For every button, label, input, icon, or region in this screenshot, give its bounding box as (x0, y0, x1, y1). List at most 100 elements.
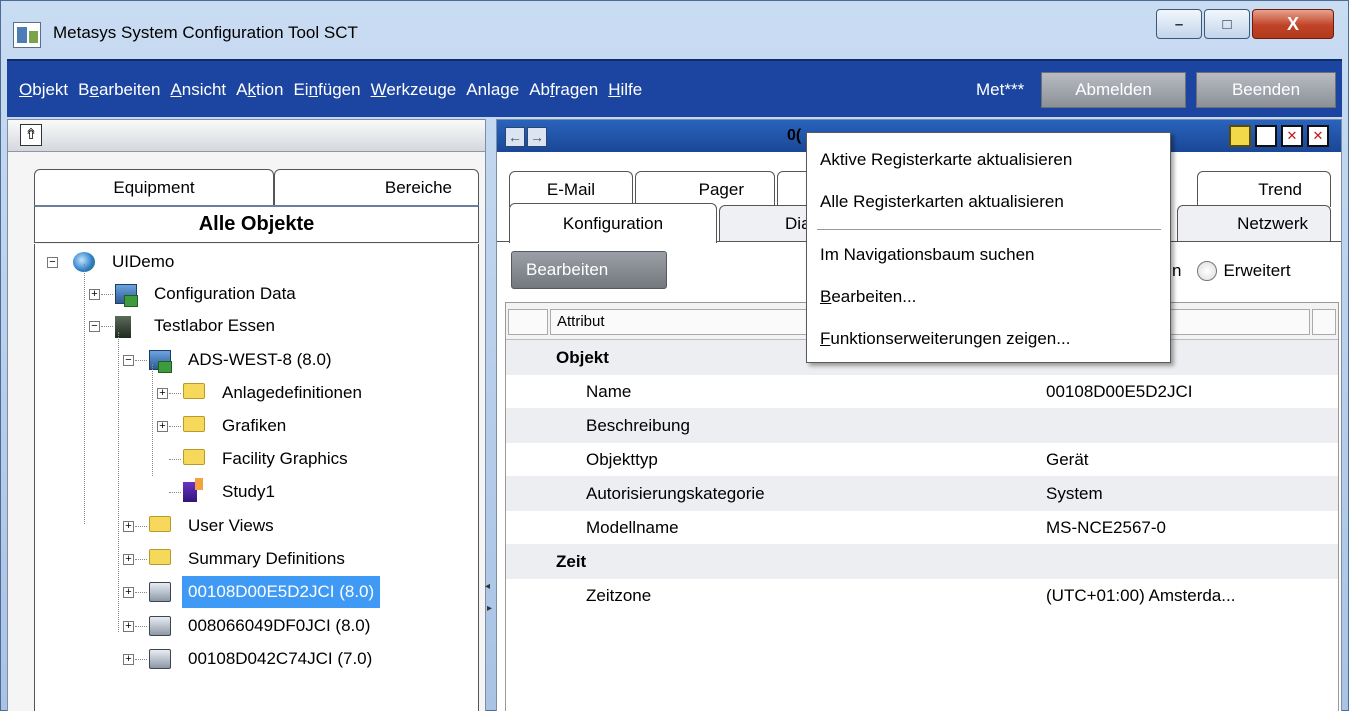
tab-equipment[interactable]: Equipment (34, 169, 274, 205)
tree-node[interactable]: Testlabor Essen (148, 310, 281, 342)
tab-email[interactable]: E-Mail (509, 171, 633, 207)
grid-corner-cell (508, 309, 548, 335)
menu-item-refresh-all-tabs[interactable]: Alle Registerkarten aktualisieren (820, 192, 1064, 212)
tab-netzwerk[interactable]: Netzwerk (1177, 205, 1331, 241)
navigation-tree: − UIDemo + Configuration Data − Testlabor Ess… (34, 244, 479, 711)
attribute-value: System (1046, 484, 1103, 503)
tree-connector (101, 326, 113, 327)
menu-item-text: ilfe (620, 80, 643, 99)
table-row[interactable]: Modellname MS-NCE2567-0 (506, 510, 1338, 545)
tree-connector (135, 526, 147, 527)
collapse-icon[interactable]: − (123, 355, 134, 366)
menu-item-5[interactable]: Werkzeuge (371, 80, 457, 100)
table-row[interactable]: Beschreibung (506, 408, 1338, 443)
tree-node[interactable]: Summary Definitions (182, 543, 351, 575)
expand-icon[interactable]: + (157, 421, 168, 432)
tab-pager[interactable]: Pager (635, 171, 775, 207)
window-title: Metasys System Configuration Tool SCT (53, 23, 358, 42)
table-row[interactable]: Zeitzone (UTC+01:00) Amsterda... (506, 578, 1338, 613)
tree-node[interactable]: Configuration Data (148, 278, 302, 310)
menu-item-8[interactable]: Hilfe (608, 80, 642, 100)
tab-trend[interactable]: Trend (1197, 171, 1331, 207)
forward-arrow-icon[interactable]: → (527, 127, 547, 147)
menu-item-text: A (236, 80, 248, 99)
tree-node[interactable]: 00108D042C74JCI (7.0) (182, 643, 378, 675)
tree-node-label: Study1 (222, 482, 275, 501)
tree-node[interactable]: UIDemo (106, 246, 180, 278)
navigation-toolbar: ⇮ (8, 120, 485, 152)
tree-connector (84, 264, 85, 524)
menu-item-accelerator: e (89, 80, 99, 99)
attribute-name: Beschreibung (586, 416, 690, 435)
menu-item-4[interactable]: Einfügen (293, 80, 360, 100)
expand-icon[interactable]: + (123, 654, 134, 665)
tree-node[interactable]: ADS-WEST-8 (8.0) (182, 344, 338, 376)
context-menu: Aktive Registerkarte aktualisieren Alle … (806, 132, 1171, 363)
attribute-name: Objekt (556, 348, 609, 367)
menu-item-7[interactable]: Abfragen (529, 80, 598, 100)
menu-item-edit[interactable]: Bearbeiten... (820, 287, 916, 307)
restore-icon[interactable] (1255, 125, 1277, 147)
menu-item-2[interactable]: Ansicht (170, 80, 226, 100)
menu-item-refresh-active-tab[interactable]: Aktive Registerkarte aktualisieren (820, 150, 1072, 170)
tab-areas[interactable]: Bereiche (274, 169, 479, 205)
study-icon (183, 478, 203, 502)
panel-splitter[interactable]: ◂ ▸ (485, 581, 493, 617)
menu-item-find-in-tree[interactable]: Im Navigationsbaum suchen (820, 245, 1035, 265)
menu-item-0[interactable]: Objekt (19, 80, 68, 100)
tree-node[interactable]: Facility Graphics (216, 443, 354, 475)
title-bar: Metasys System Configuration Tool SCT – … (1, 1, 1348, 57)
maximize-button[interactable]: □ (1204, 9, 1250, 39)
logout-button[interactable]: Abmelden (1041, 72, 1186, 108)
menu-item-accelerator: A (170, 80, 182, 99)
attribute-value: Gerät (1046, 450, 1089, 469)
menu-item-6[interactable]: Anlage (466, 80, 519, 100)
grid-section-row[interactable]: Zeit (506, 544, 1338, 579)
tree-node[interactable]: User Views (182, 510, 280, 542)
user-label: Met*** (976, 80, 1025, 99)
tree-node-label: Facility Graphics (222, 449, 348, 468)
radio-extended[interactable] (1197, 261, 1218, 281)
menu-item-accelerator: W (370, 80, 387, 99)
lock-icon[interactable] (1229, 125, 1251, 147)
collapse-icon[interactable]: − (89, 321, 100, 332)
tree-connector (135, 559, 147, 560)
splitter-right-arrow-icon: ▸ (487, 603, 493, 614)
tree-node[interactable]: 00108D00E5D2JCI (8.0) (182, 576, 381, 608)
table-row[interactable]: Objekttyp Gerät (506, 442, 1338, 477)
column-header-extra[interactable] (1312, 309, 1336, 335)
close-button[interactable]: X (1252, 9, 1334, 39)
close-panel-icon[interactable]: ✕ (1281, 125, 1303, 147)
close-all-icon[interactable]: ✕ (1307, 125, 1329, 147)
table-row[interactable]: Autorisierungskategorie System (506, 476, 1338, 511)
menu-item-3[interactable]: Aktion (236, 80, 283, 100)
expand-icon[interactable]: + (123, 521, 134, 532)
tab-konfiguration[interactable]: Konfiguration (509, 203, 717, 243)
tree-node-label: Anlagedefinitionen (222, 383, 362, 402)
expand-icon[interactable]: + (123, 554, 134, 565)
menu-item-accelerator: H (608, 80, 621, 99)
back-arrow-icon[interactable]: ← (505, 127, 525, 147)
expand-icon[interactable]: + (89, 289, 100, 300)
menu-item-1[interactable]: Bearbeiten (78, 80, 160, 100)
collapse-icon[interactable]: − (47, 257, 58, 268)
expand-icon[interactable]: + (157, 388, 168, 399)
home-icon[interactable]: ⇮ (20, 124, 42, 146)
exit-button[interactable]: Beenden (1196, 72, 1336, 108)
expand-icon[interactable]: + (123, 621, 134, 632)
splitter-left-arrow-icon: ◂ (485, 581, 491, 592)
menu-item-text: bjekt (32, 80, 69, 99)
menu-item-show-extensions[interactable]: Funktionserweiterungen zeigen... (820, 329, 1070, 349)
edit-button[interactable]: Bearbeiten (511, 251, 667, 289)
minimize-button[interactable]: – (1156, 9, 1202, 39)
tree-node[interactable]: Grafiken (216, 410, 292, 442)
tree-node[interactable]: 008066049DF0JCI (8.0) (182, 610, 376, 642)
expand-icon[interactable]: + (123, 587, 134, 598)
tree-node-label: User Views (188, 516, 274, 535)
folder-icon (183, 416, 205, 432)
table-row[interactable]: Name 00108D00E5D2JCI (506, 374, 1338, 409)
menu-item-text: ragen (554, 80, 599, 99)
tree-node[interactable]: Study1 (216, 476, 281, 508)
tree-node[interactable]: Anlagedefinitionen (216, 377, 368, 409)
menu-item-text: erkzeuge (386, 80, 457, 99)
